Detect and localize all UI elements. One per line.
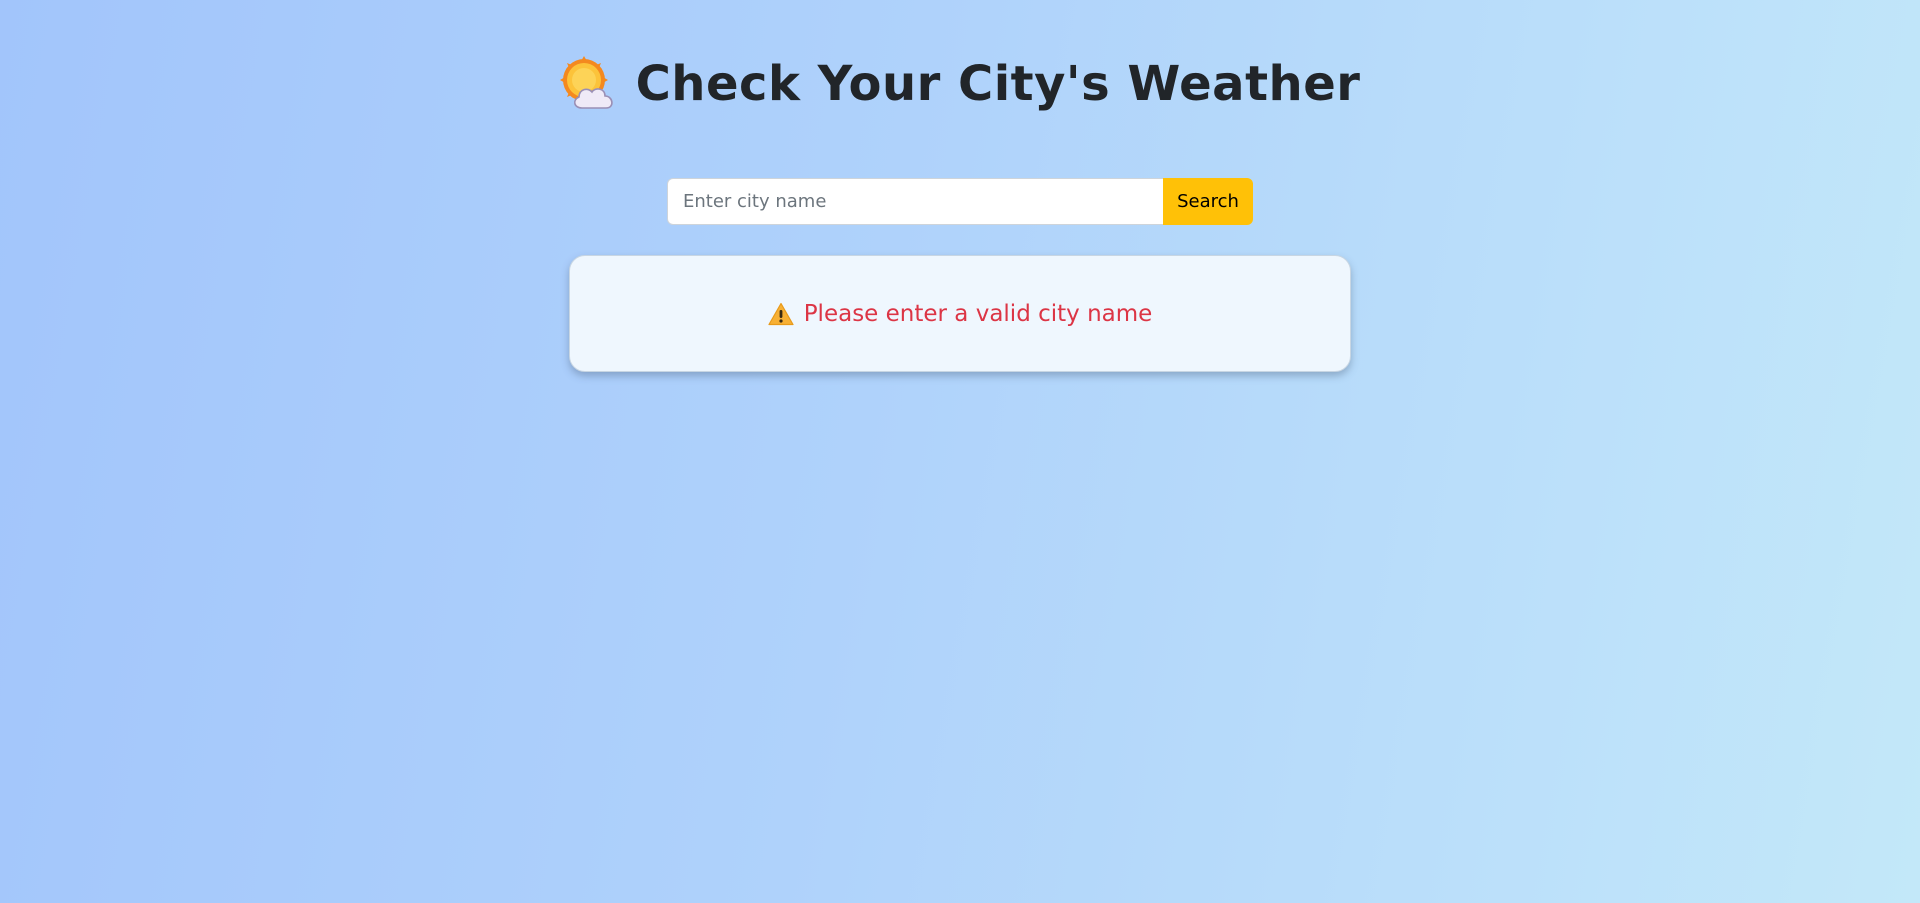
error-text: Please enter a valid city name	[803, 300, 1153, 327]
page-title: Check Your City's Weather	[635, 56, 1361, 113]
weather-page: Check Your City's Weather Search Please …	[0, 0, 1920, 903]
warning-icon	[768, 302, 794, 326]
weather-result-card: Please enter a valid city name	[569, 255, 1351, 372]
sun-behind-cloud-icon	[559, 56, 618, 114]
city-search-input[interactable]	[667, 178, 1163, 225]
search-bar: Search	[667, 178, 1253, 225]
error-message: Please enter a valid city name	[768, 300, 1153, 327]
search-button[interactable]: Search	[1163, 178, 1253, 225]
header: Check Your City's Weather	[0, 56, 1920, 114]
